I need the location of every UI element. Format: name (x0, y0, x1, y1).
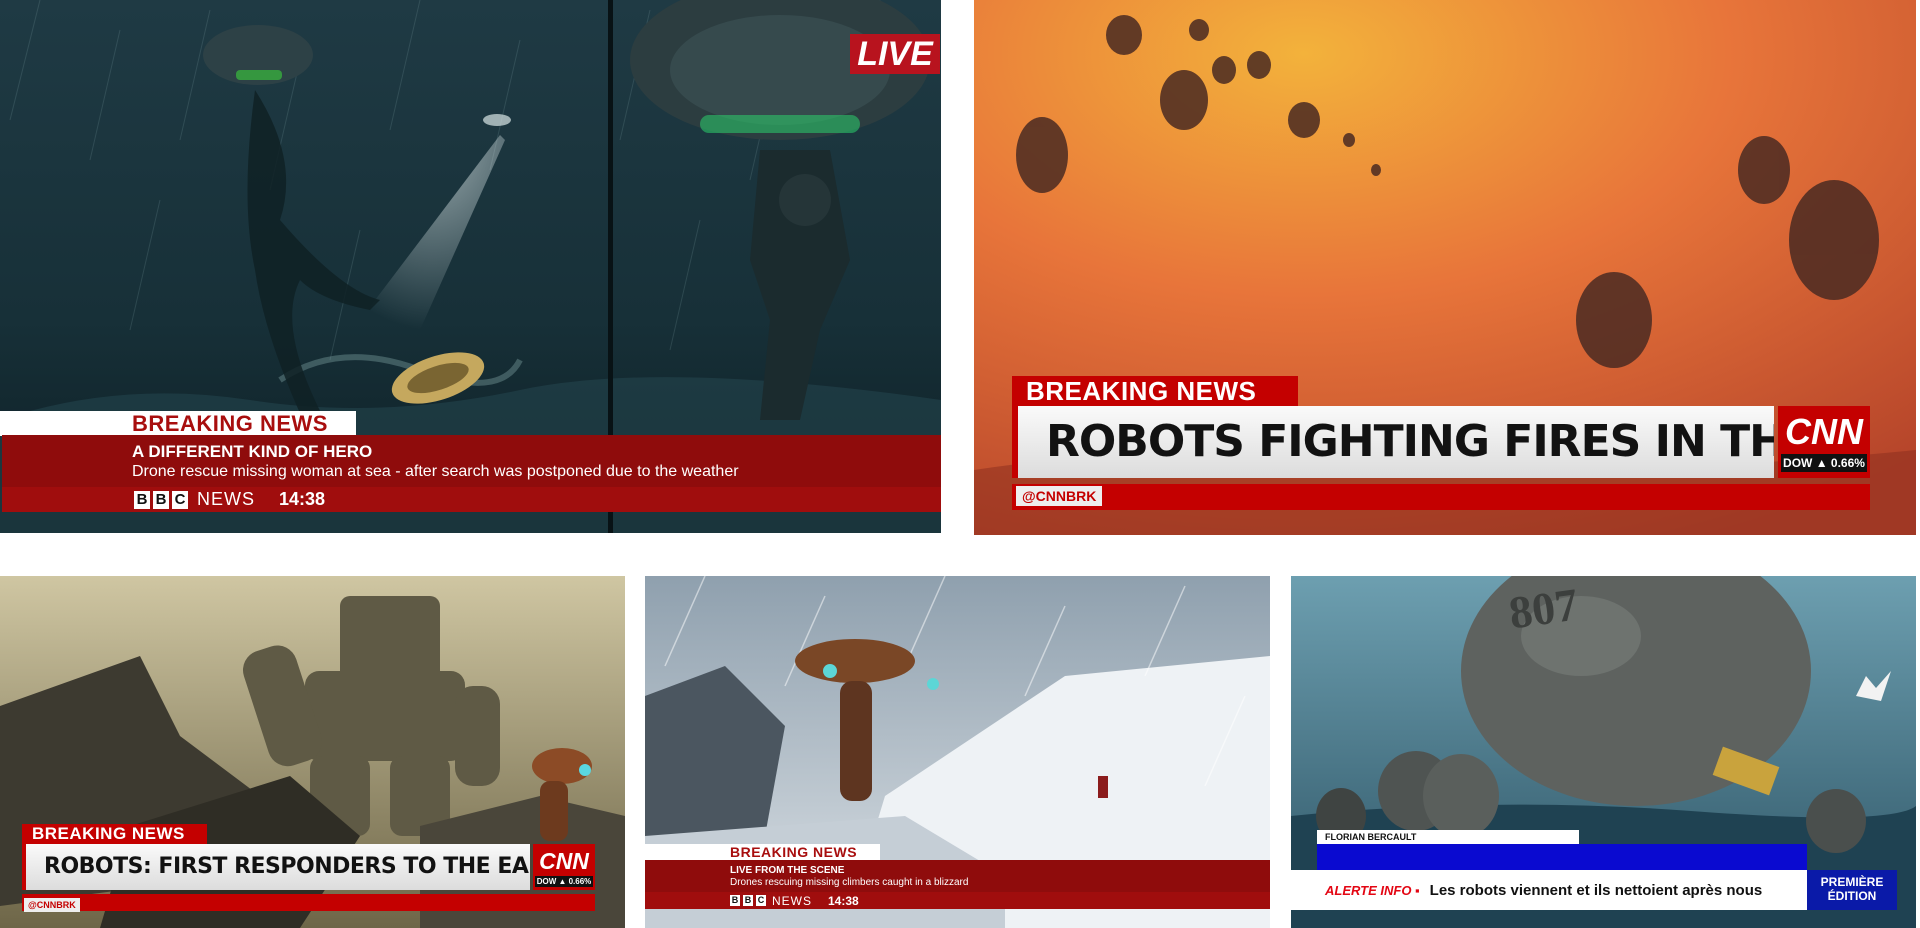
panel-cnn-amazon: BREAKING NEWS ROBOTS FIGHTING FIRES IN T… (974, 0, 1916, 535)
alert-bar: ALERTE INFO ▪ Les robots viennent et ils… (1291, 870, 1807, 910)
bbc-logo: B B C (134, 490, 188, 509)
handle-strip: @CNNBRK (1012, 484, 1870, 510)
bbc-news-word: NEWS (197, 489, 255, 509)
bbc-logo-block: C (756, 895, 766, 906)
bbc-logo-block: C (172, 490, 188, 509)
dow-ticker: DOW ▲ 0.66% (1781, 454, 1867, 472)
cnn-logo: CNN (1785, 411, 1863, 452)
alert-tag: ALERTE INFO ▪ (1325, 882, 1420, 898)
bbc-logo-block: B (743, 895, 753, 906)
edition-line-1: PREMIÈRE (1820, 875, 1884, 889)
cnn-handle: @CNNBRK (24, 898, 80, 912)
headline: A DIFFERENT KIND OF HERO (132, 442, 373, 461)
subline: Drone rescue missing woman at sea - afte… (132, 463, 739, 480)
headline-band: LIVE FROM THE SCENE Drones rescuing miss… (645, 860, 1270, 892)
name-strap: FLORIAN BERCAULT (1317, 830, 1579, 844)
dow-ticker: DOW ▲ 0.66% (535, 876, 593, 887)
cnn-logo: CNN (539, 848, 589, 874)
brand-strap: B B C NEWS 14:38 (645, 892, 1270, 909)
cnn-logo-box: CNN DOW ▲ 0.66% (1778, 406, 1870, 478)
brand-strap: B B C NEWS 14:38 (2, 487, 941, 512)
breaking-news-label: BREAKING NEWS (22, 824, 207, 844)
bbc-logo-block: B (134, 490, 150, 509)
panel-bbc-hero: LIVE BREAKING NEWS A DIFFERENT KIND OF H… (0, 0, 941, 533)
handle-strip: @CNNBRK (22, 894, 595, 912)
headline: Les robots viennent et ils nettoient apr… (1429, 881, 1763, 899)
headline: ROBOTS FIGHTING FIRES IN THE AMAZON (1012, 406, 1774, 478)
blue-band (1317, 844, 1807, 870)
cnn-handle: @CNNBRK (1016, 486, 1103, 506)
headline-band: A DIFFERENT KIND OF HERO Drone rescue mi… (2, 435, 941, 487)
panel-fr-robots: 807 FLORIAN BERCAULT ALERTE INFO ▪ Les r… (1291, 576, 1916, 928)
clock: 14:38 (279, 489, 326, 509)
headline: LIVE FROM THE SCENE (730, 865, 845, 876)
clock: 14:38 (828, 893, 859, 908)
edition-badge: PREMIÈRE ÉDITION (1807, 870, 1897, 910)
bbc-logo: B B C (730, 895, 766, 906)
panel-cnn-quake: BREAKING NEWS ROBOTS: FIRST RESPONDERS T… (0, 576, 625, 928)
breaking-news-label: BREAKING NEWS (0, 411, 356, 436)
breaking-news-label: BREAKING NEWS (645, 844, 880, 860)
panel-bbc-blizzard: BREAKING NEWS LIVE FROM THE SCENE Drones… (645, 576, 1270, 928)
cnn-logo-box: CNN DOW ▲ 0.66% (533, 844, 595, 890)
headline: ROBOTS: FIRST RESPONDERS TO THE EARTH QU… (22, 844, 530, 890)
bbc-news-word: NEWS (772, 893, 812, 908)
subline: Drones rescuing missing climbers caught … (730, 877, 969, 888)
edition-line-2: ÉDITION (1827, 889, 1877, 903)
bbc-logo-block: B (153, 490, 169, 509)
breaking-news-label: BREAKING NEWS (1012, 376, 1298, 406)
bbc-logo-block: B (730, 895, 740, 906)
live-badge: LIVE (850, 34, 940, 74)
hull-number: 807 (1505, 578, 1582, 639)
